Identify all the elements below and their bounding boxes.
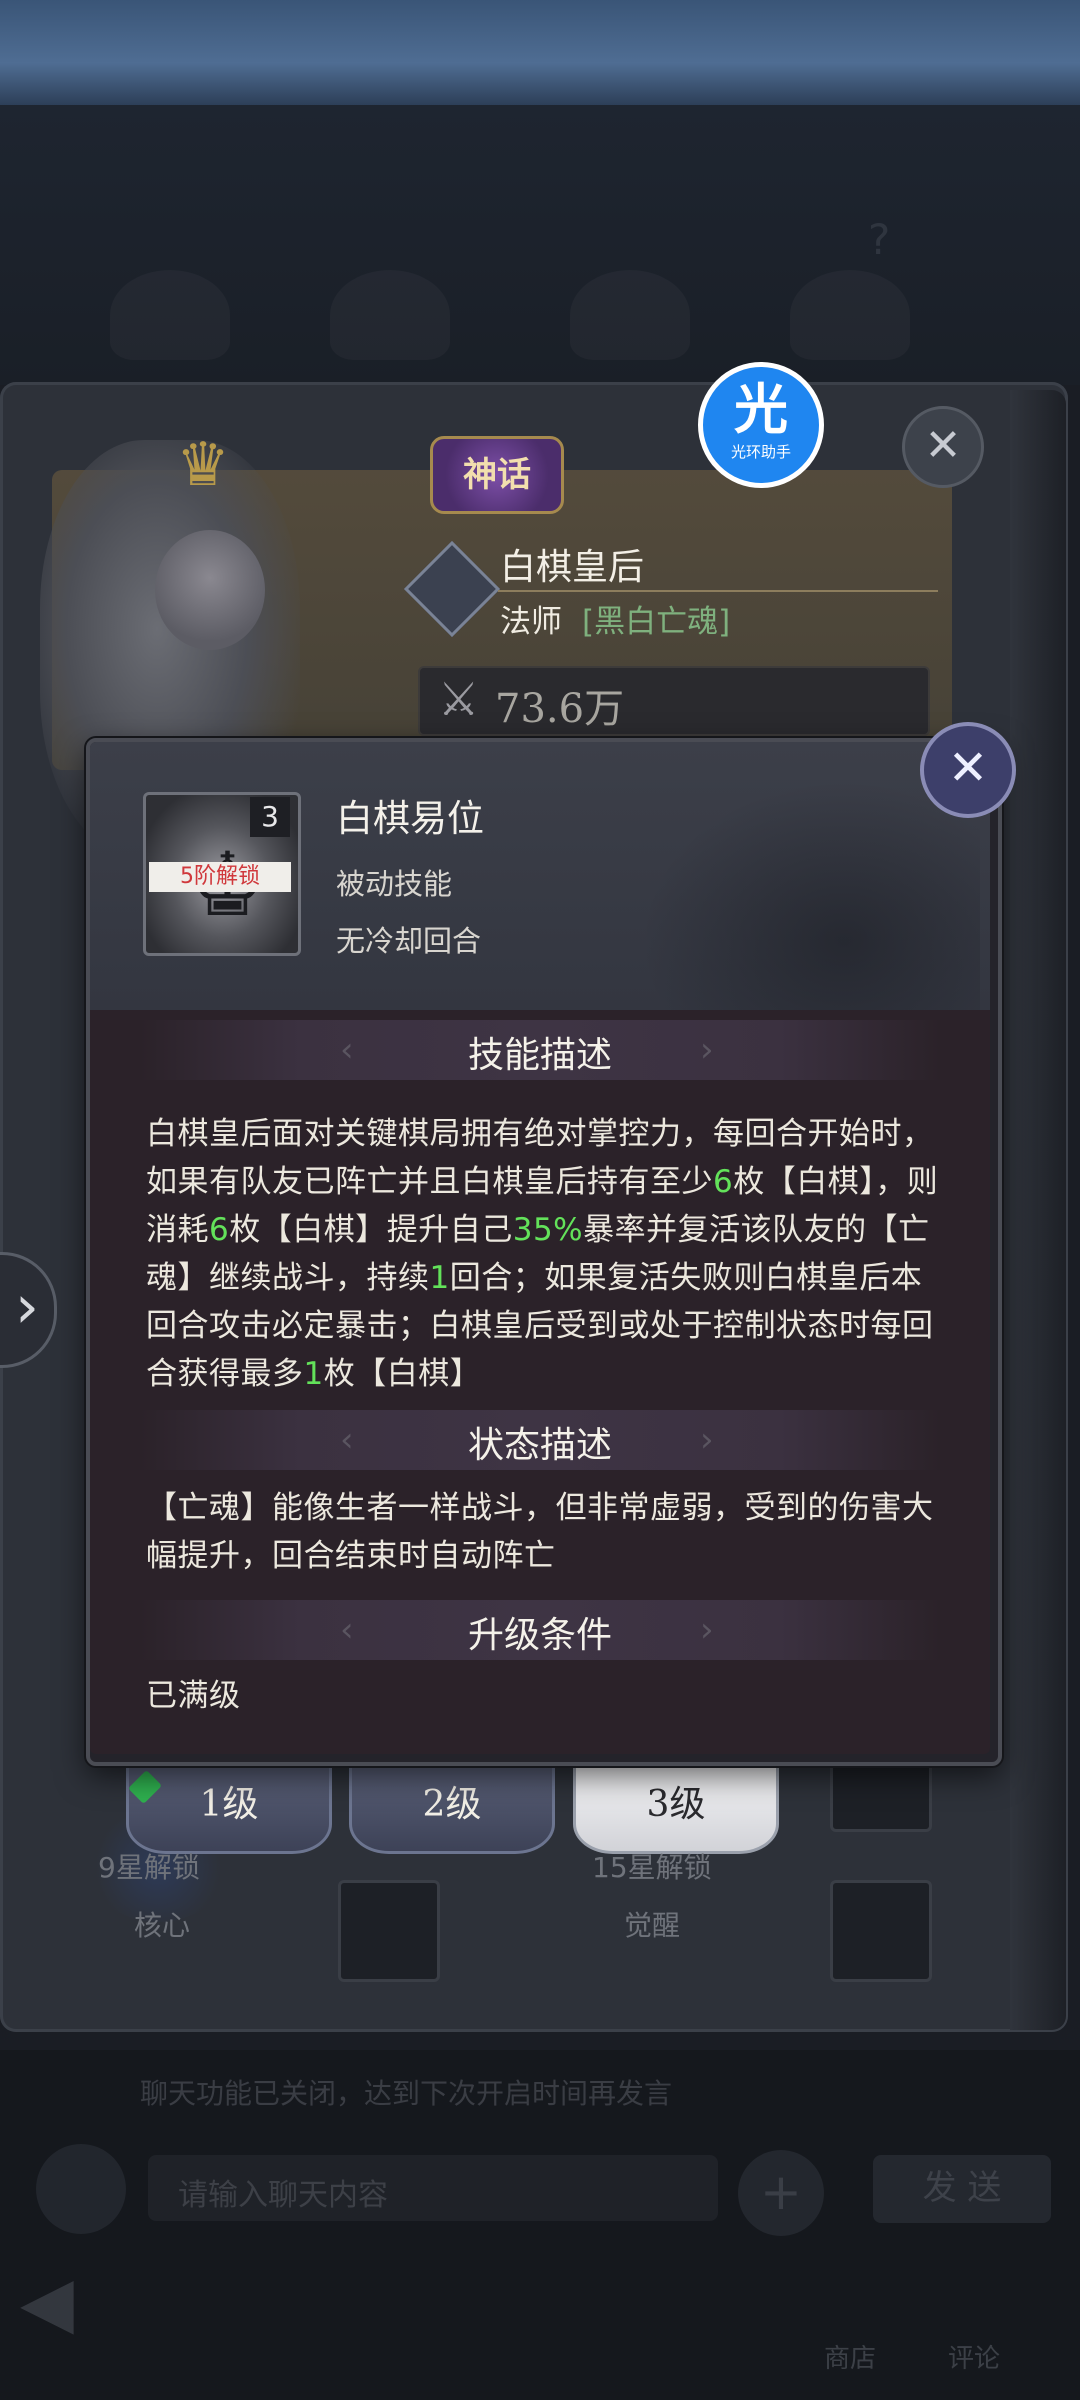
faded-emblem bbox=[570, 270, 690, 360]
skill-cooldown: 无冷却回合 bbox=[336, 924, 482, 958]
rarity-badge: 神话 bbox=[430, 436, 564, 514]
chat-plus-button[interactable]: + bbox=[738, 2150, 824, 2236]
sword-icon: ⚔ bbox=[438, 672, 480, 726]
hero-faction: [黑白亡魂] bbox=[582, 604, 731, 640]
desc-text: 枚【白棋】提升自己 bbox=[229, 1212, 513, 1248]
core-label: 核心 bbox=[134, 1909, 191, 1942]
level-tab-1[interactable]: 1级 bbox=[126, 1762, 332, 1854]
desc-number: 6 bbox=[209, 1212, 230, 1248]
chat-avatar[interactable] bbox=[36, 2144, 126, 2234]
equip-slot[interactable] bbox=[338, 1880, 440, 1982]
faded-emblem bbox=[330, 270, 450, 360]
chat-input-placeholder: 请输入聊天内容 bbox=[178, 2178, 388, 2213]
power-value: 73.6万 bbox=[495, 686, 625, 732]
desc-number: 35% bbox=[512, 1212, 584, 1248]
helper-label: 光环助手 bbox=[730, 443, 791, 461]
helper-glyph: 光 bbox=[734, 378, 788, 441]
skill-description: 白棋皇后面对关键棋局拥有绝对掌控力，每回合开始时，如果有队友已阵亡并且白棋皇后持… bbox=[146, 1110, 946, 1398]
book-spine bbox=[1010, 390, 1066, 2030]
level-tab-3[interactable]: 3级 bbox=[573, 1762, 779, 1854]
skill-desc-title: 技能描述 bbox=[467, 1035, 612, 1076]
faded-emblem bbox=[110, 270, 230, 360]
desc-number: 1 bbox=[429, 1260, 450, 1296]
help-icon: ? bbox=[868, 215, 891, 264]
skill-name: 白棋易位 bbox=[336, 797, 484, 840]
hero-name-divider bbox=[498, 590, 938, 592]
awaken-label: 觉醒 bbox=[624, 1909, 681, 1942]
chat-send-button[interactable]: 发 送 bbox=[873, 2155, 1051, 2223]
helper-app-badge[interactable]: 光 光环助手 bbox=[698, 362, 824, 488]
level-tab-2[interactable]: 2级 bbox=[349, 1762, 555, 1854]
hero-class: 法师 bbox=[500, 604, 562, 640]
panel-close-button[interactable]: ✕ bbox=[902, 406, 984, 488]
bottom-comment-label[interactable]: 评论 bbox=[948, 2338, 1000, 2375]
hero-face bbox=[155, 530, 265, 650]
skill-type: 被动技能 bbox=[336, 867, 453, 901]
back-arrow-icon[interactable]: ◀ bbox=[20, 2262, 150, 2342]
popup-close-button[interactable]: ✕ bbox=[920, 722, 1016, 818]
equip-slot[interactable] bbox=[830, 1880, 932, 1982]
upgrade-title: 升级条件 bbox=[467, 1615, 612, 1656]
status-description: 【亡魂】能像生者一样战斗，但非常虚弱，受到的伤害大幅提升，回合结束时自动阵亡 bbox=[146, 1490, 934, 1574]
hero-name: 白棋皇后 bbox=[500, 547, 645, 588]
core-unlock-label: 9星解锁 bbox=[98, 1851, 200, 1884]
awaken-unlock-label: 15星解锁 bbox=[592, 1851, 712, 1884]
top-sky-banner bbox=[0, 0, 1080, 105]
faded-emblem bbox=[790, 270, 910, 360]
castle-silhouette bbox=[640, 780, 980, 1010]
chat-notice: 聊天功能已关闭，达到下次开启时间再发言 bbox=[140, 2077, 673, 2110]
bottom-shop-label[interactable]: 商店 bbox=[824, 2338, 876, 2375]
skill-level-badge: 3 bbox=[250, 797, 290, 837]
crown-icon: ♛ bbox=[176, 430, 230, 500]
desc-number: 6 bbox=[713, 1164, 734, 1200]
skill-lock-label: 5阶解锁 bbox=[149, 862, 291, 892]
upgrade-text: 已满级 bbox=[146, 1678, 241, 1714]
status-desc-title: 状态描述 bbox=[467, 1425, 612, 1466]
desc-number: 1 bbox=[303, 1356, 324, 1392]
desc-text: 枚【白棋】 bbox=[323, 1356, 482, 1392]
